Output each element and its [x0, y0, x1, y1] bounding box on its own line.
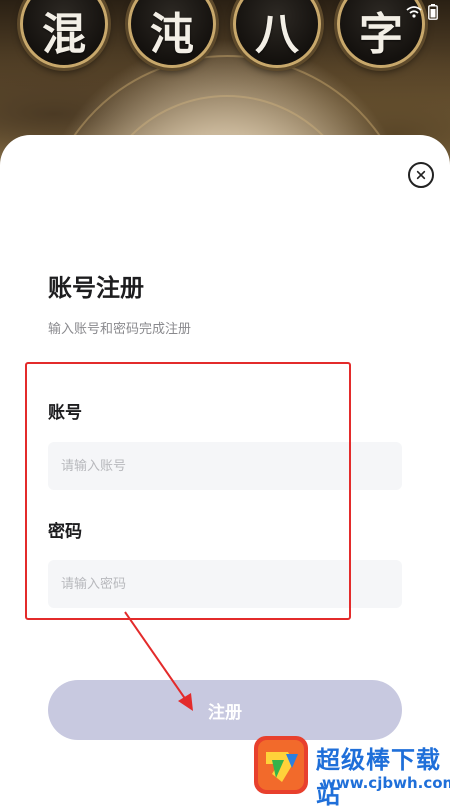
- register-button[interactable]: 注册: [48, 680, 402, 740]
- title-character: 沌: [150, 9, 194, 60]
- annotation-highlight-box: [25, 362, 351, 620]
- wifi-icon: [406, 6, 422, 18]
- title-character: 字: [359, 9, 403, 60]
- title-character: 八: [255, 9, 299, 60]
- watermark-logo-icon: [254, 736, 308, 794]
- status-bar: [406, 4, 438, 20]
- close-icon: [416, 170, 426, 180]
- title-coin: 混: [20, 0, 108, 68]
- title-character: 混: [42, 9, 86, 60]
- page-title: 账号注册: [48, 274, 144, 302]
- battery-icon: [428, 4, 438, 20]
- close-button[interactable]: [408, 162, 434, 188]
- site-watermark: 超级棒下载站 www.cjbwh.com: [250, 732, 450, 809]
- page-subtitle: 输入账号和密码完成注册: [48, 322, 192, 337]
- watermark-site-url: www.cjbwh.com: [322, 774, 450, 792]
